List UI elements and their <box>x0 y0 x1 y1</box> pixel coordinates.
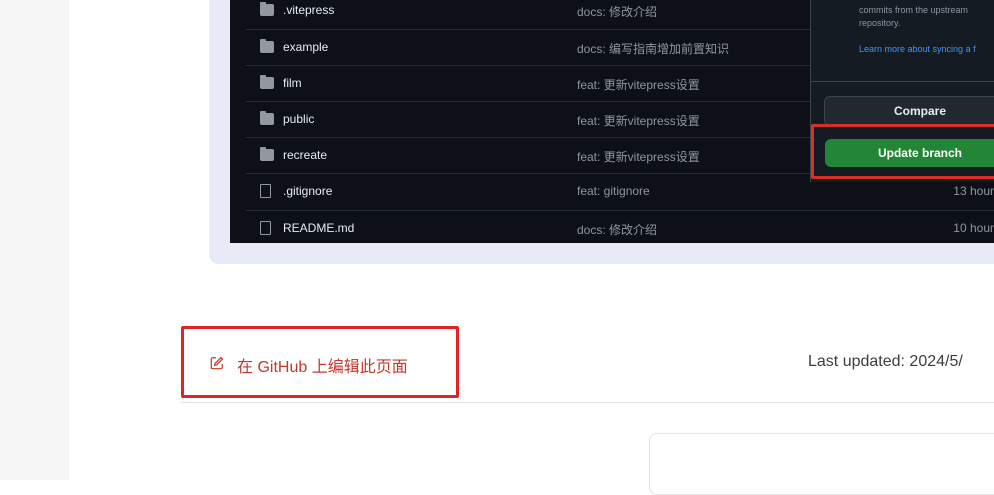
commit-message[interactable]: docs: 编写指南增加前置知识 <box>577 40 729 57</box>
sync-learn-more-link[interactable]: Learn more about syncing a f <box>859 44 976 54</box>
folder-icon <box>260 39 274 53</box>
popup-divider <box>811 81 994 82</box>
folder-icon <box>260 2 274 16</box>
sync-description: commits from the upstream repository. <box>859 5 969 28</box>
file-name[interactable]: .gitignore <box>283 184 332 198</box>
commit-message[interactable]: docs: 修改介绍 <box>577 221 657 238</box>
footer-divider <box>181 402 994 403</box>
file-row[interactable]: README.md docs: 修改介绍 10 hour <box>246 210 994 243</box>
file-name[interactable]: example <box>283 40 328 54</box>
edit-link-label[interactable]: 在 GitHub 上编辑此页面 <box>237 353 408 377</box>
left-gutter <box>0 0 69 480</box>
file-name[interactable]: recreate <box>283 148 327 162</box>
commit-message[interactable]: feat: 更新vitepress设置 <box>577 148 700 165</box>
commit-time: 10 hour <box>953 221 994 235</box>
next-page-card[interactable] <box>649 433 994 495</box>
file-name[interactable]: README.md <box>283 221 354 235</box>
folder-icon <box>260 147 274 161</box>
file-name[interactable]: film <box>283 76 302 90</box>
file-name[interactable]: public <box>283 112 314 126</box>
file-icon <box>260 221 271 235</box>
edit-on-github-link[interactable]: 在 GitHub 上编辑此页面 <box>181 326 459 398</box>
update-branch-highlight <box>811 124 994 179</box>
commit-message[interactable]: docs: 修改介绍 <box>577 3 657 20</box>
edit-icon <box>210 356 224 370</box>
commit-time: 13 hour <box>953 184 994 198</box>
folder-icon <box>260 111 274 125</box>
last-updated-text: Last updated: 2024/5/ <box>808 353 963 370</box>
commit-message[interactable]: feat: 更新vitepress设置 <box>577 76 700 93</box>
folder-icon <box>260 75 274 89</box>
commit-message[interactable]: feat: gitignore <box>577 184 650 198</box>
file-name[interactable]: .vitepress <box>283 3 334 17</box>
file-icon <box>260 184 271 198</box>
compare-button[interactable]: Compare <box>824 96 994 126</box>
commit-message[interactable]: feat: 更新vitepress设置 <box>577 112 700 129</box>
